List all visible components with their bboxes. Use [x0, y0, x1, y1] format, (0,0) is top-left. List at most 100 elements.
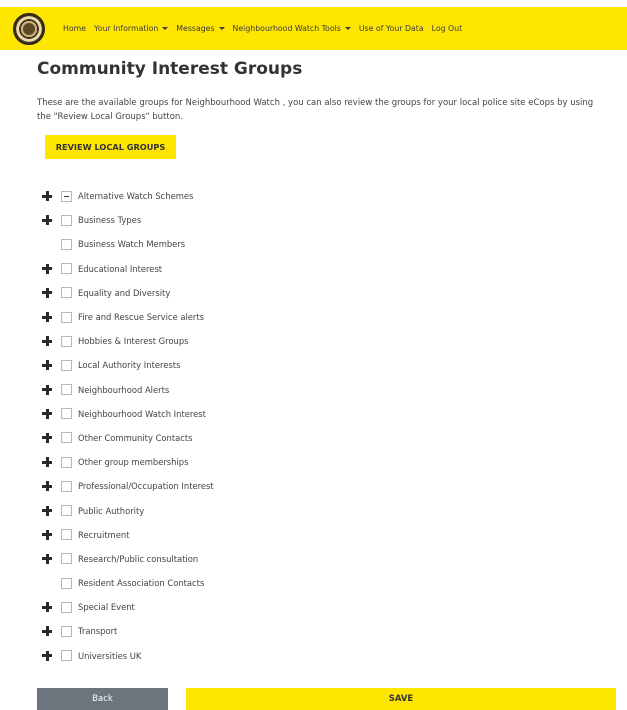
expand-plus-icon[interactable]: [42, 336, 52, 347]
nav-item-use-of-your-data[interactable]: Use of Your Data: [359, 24, 424, 33]
expand-plus-icon[interactable]: [42, 432, 52, 443]
group-row: Transport: [42, 619, 542, 643]
expand-plus-icon[interactable]: [42, 602, 52, 613]
back-button[interactable]: Back: [37, 688, 168, 710]
page-title: Community Interest Groups: [37, 59, 303, 79]
group-checkbox[interactable]: [61, 408, 72, 420]
group-row: Other group memberships: [42, 450, 542, 474]
group-label: Research/Public consultation: [78, 553, 199, 564]
expand-plus-icon[interactable]: [42, 360, 52, 371]
group-row: Equality and Diversity: [42, 281, 542, 305]
group-label: Fire and Rescue Service alerts: [78, 312, 205, 323]
group-label: Business Types: [78, 215, 142, 226]
group-label: Universities UK: [78, 650, 142, 661]
group-row: Neighbourhood Watch Interest: [42, 402, 542, 426]
group-label: Business Watch Members: [78, 239, 186, 250]
nav-item-neighbourhood-watch-tools[interactable]: Neighbourhood Watch Tools: [233, 24, 351, 33]
group-checkbox[interactable]: [61, 480, 72, 492]
group-label: Special Event: [78, 602, 135, 613]
group-label: Local Authority Interests: [78, 360, 181, 371]
group-row: Public Authority: [42, 498, 542, 522]
group-row: Resident Association Contacts: [42, 571, 542, 595]
group-checkbox[interactable]: [61, 553, 72, 565]
group-tree: Alternative Watch Schemes Business Types B…: [42, 184, 542, 668]
group-checkbox[interactable]: [61, 529, 72, 541]
nav-item-label: Your Information: [94, 24, 159, 33]
group-checkbox[interactable]: [61, 601, 72, 613]
expand-plus-icon[interactable]: [42, 481, 52, 492]
group-row: Business Types: [42, 208, 542, 232]
group-checkbox[interactable]: [61, 456, 72, 468]
group-checkbox[interactable]: [61, 505, 72, 517]
group-row: Business Watch Members: [42, 232, 542, 256]
review-local-groups-button[interactable]: REVIEW LOCAL GROUPS: [45, 135, 176, 159]
top-navbar: Home Your Information Messages Neighbourhoo…: [0, 7, 627, 50]
group-checkbox[interactable]: [61, 311, 72, 323]
group-checkbox[interactable]: [61, 625, 72, 637]
save-button[interactable]: SAVE: [186, 688, 616, 710]
nav-item-label: Home: [63, 24, 87, 33]
group-checkbox[interactable]: [61, 214, 72, 226]
expand-plus-icon[interactable]: [42, 312, 52, 323]
group-label: Equality and Diversity: [78, 287, 171, 298]
group-label: Other Community Contacts: [78, 432, 193, 443]
group-label: Hobbies & Interest Groups: [78, 336, 189, 347]
group-label: Recruitment: [78, 529, 130, 540]
expand-plus-icon[interactable]: [42, 191, 52, 202]
group-row: Neighbourhood Alerts: [42, 378, 542, 402]
group-row: Professional/Occupation Interest: [42, 474, 542, 498]
expand-plus-icon[interactable]: [42, 215, 52, 226]
group-row: Local Authority Interests: [42, 353, 542, 377]
chevron-down-icon: [218, 27, 225, 30]
group-row: Fire and Rescue Service alerts: [42, 305, 542, 329]
group-row: Universities UK: [42, 644, 542, 668]
group-label: Resident Association Contacts: [78, 578, 205, 589]
group-checkbox[interactable]: [61, 287, 72, 299]
group-checkbox[interactable]: [61, 335, 72, 347]
expand-plus-icon[interactable]: [42, 650, 52, 661]
expand-plus-icon[interactable]: [42, 626, 52, 637]
nav-item-label: Messages: [176, 24, 215, 33]
chevron-down-icon: [344, 27, 351, 30]
nav-menu: Home Your Information Messages Neighbourhoo…: [63, 24, 470, 33]
group-checkbox[interactable]: [61, 650, 72, 662]
page-intro: These are the available groups for Neigh…: [37, 98, 594, 122]
expand-plus-icon[interactable]: [42, 457, 52, 468]
nav-item-label: Log Out: [431, 24, 463, 33]
group-checkbox[interactable]: [61, 238, 72, 250]
expand-plus-icon[interactable]: [42, 263, 52, 274]
expand-plus-icon[interactable]: [42, 505, 52, 516]
expand-plus-icon[interactable]: [42, 384, 52, 395]
nav-item-home[interactable]: Home: [63, 24, 86, 33]
group-label: Other group memberships: [78, 457, 189, 468]
expand-plus-icon[interactable]: [42, 408, 52, 419]
nav-item-label: Use of Your Data: [358, 24, 424, 33]
group-label: Alternative Watch Schemes: [78, 191, 194, 202]
group-row: Recruitment: [42, 523, 542, 547]
group-checkbox[interactable]: [61, 359, 72, 371]
group-row: Research/Public consultation: [42, 547, 542, 571]
chevron-down-icon: [162, 27, 169, 30]
group-label: Educational Interest: [78, 263, 163, 274]
expand-plus-icon[interactable]: [42, 529, 52, 540]
nav-item-messages[interactable]: Messages: [176, 24, 225, 33]
group-label: Neighbourhood Watch Interest: [78, 408, 206, 419]
group-label: Public Authority: [78, 505, 145, 516]
group-label: Professional/Occupation Interest: [78, 481, 214, 492]
group-row: Special Event: [42, 595, 542, 619]
expand-plus-icon[interactable]: [42, 553, 52, 564]
group-checkbox[interactable]: [61, 577, 72, 589]
group-checkbox[interactable]: [61, 432, 72, 444]
nav-item-log-out[interactable]: Log Out: [432, 24, 463, 33]
group-checkbox[interactable]: [61, 263, 72, 275]
group-row: Hobbies & Interest Groups: [42, 329, 542, 353]
group-row: Alternative Watch Schemes: [42, 184, 542, 208]
group-row: Educational Interest: [42, 257, 542, 281]
group-checkbox[interactable]: [61, 384, 72, 396]
group-checkbox[interactable]: [61, 190, 72, 202]
nav-item-your-information[interactable]: Your Information: [94, 24, 169, 33]
expand-plus-icon[interactable]: [42, 287, 52, 298]
group-label: Neighbourhood Alerts: [78, 384, 170, 395]
group-label: Transport: [78, 626, 118, 637]
neighbourhood-watch-logo-icon[interactable]: [13, 12, 45, 45]
